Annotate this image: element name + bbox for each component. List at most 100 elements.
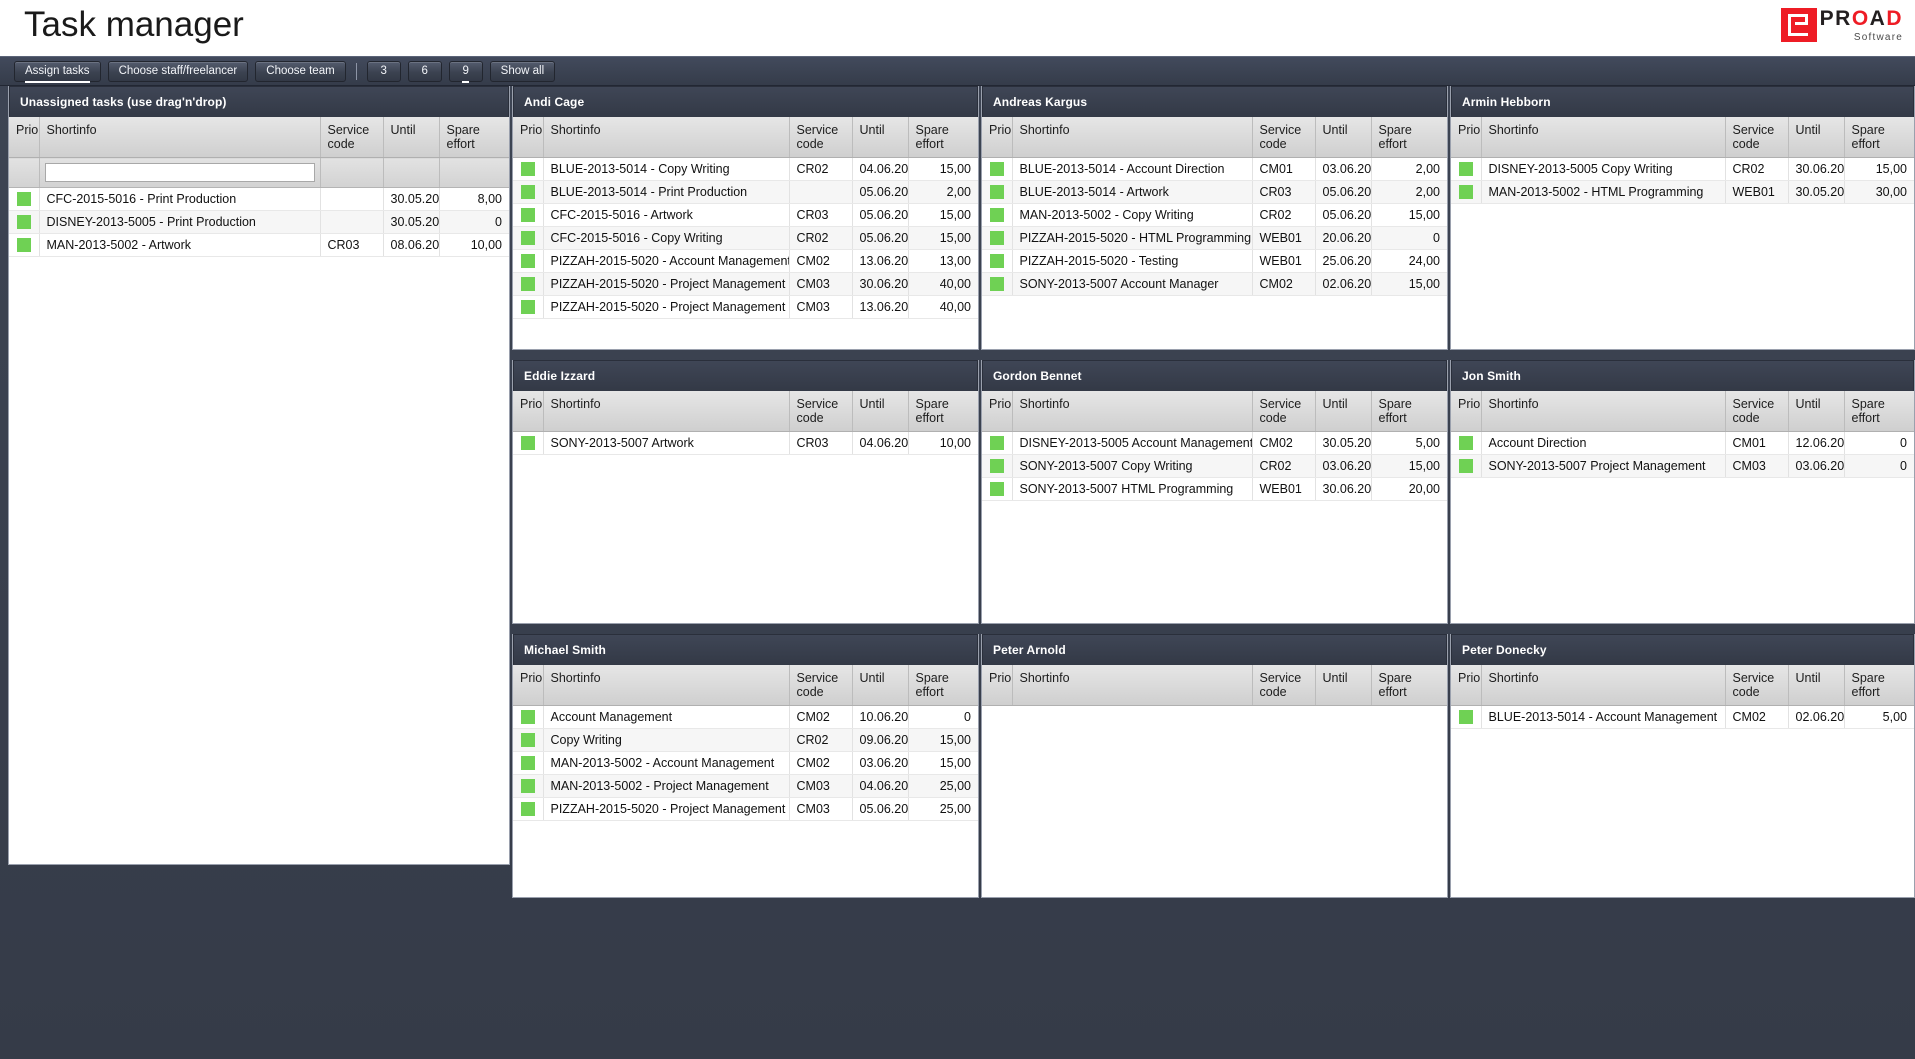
col-header-prio[interactable]: Prio <box>513 665 544 706</box>
panel-peter-donecky[interactable]: Peter Donecky Prio Shortinfo Service cod… <box>1450 634 1915 898</box>
col-header-spare-effort[interactable]: Spare effort <box>908 117 978 158</box>
col-header-until[interactable]: Until <box>852 391 909 432</box>
table-row[interactable]: BLUE-2013-5014 - Account Management CM02 0… <box>1451 705 1914 729</box>
toolbar-button-9[interactable]: 9 <box>448 60 483 83</box>
col-header-shortinfo[interactable]: Shortinfo <box>543 391 790 432</box>
table-row[interactable]: SONY-2013-5007 Copy Writing CR02 03.06.20 1… <box>982 454 1447 478</box>
panel-empty-space[interactable] <box>513 319 978 349</box>
col-header-spare-effort[interactable]: Spare effort <box>1844 117 1914 158</box>
col-header-prio[interactable]: Prio <box>513 117 544 158</box>
table-row[interactable]: BLUE-2013-5014 - Print Production 05.06.2… <box>513 180 978 204</box>
table-row[interactable]: MAN-2013-5002 - Account Management CM02 03… <box>513 751 978 775</box>
table-row[interactable]: CFC-2015-5016 - Copy Writing CR02 05.06.20… <box>513 226 978 250</box>
col-header-shortinfo[interactable]: Shortinfo <box>39 117 321 158</box>
col-header-until[interactable]: Until <box>1315 117 1372 158</box>
table-row[interactable]: SONY-2013-5007 Account Manager CM02 02.06.… <box>982 272 1447 296</box>
panel-empty-space[interactable] <box>1451 204 1914 349</box>
col-header-shortinfo[interactable]: Shortinfo <box>1012 391 1253 432</box>
toolbar-button-choose-team[interactable]: Choose team <box>255 60 346 82</box>
col-header-spare-effort[interactable]: Spare effort <box>1371 391 1447 432</box>
panel-eddie-izzard[interactable]: Eddie Izzard Prio Shortinfo Service code… <box>512 360 979 624</box>
table-row[interactable]: BLUE-2013-5014 - Copy Writing CR02 04.06.2… <box>513 157 978 181</box>
col-header-shortinfo[interactable]: Shortinfo <box>1481 117 1726 158</box>
col-header-service-code[interactable]: Service code <box>789 117 853 158</box>
panel-andreas-kargus[interactable]: Andreas Kargus Prio Shortinfo Service co… <box>981 86 1448 350</box>
table-row[interactable]: PIZZAH-2015-5020 - TestingWEB0125.06.201… <box>982 249 1447 273</box>
col-header-service-code[interactable]: Service code <box>1725 117 1789 158</box>
table-row[interactable]: MAN-2013-5002 - ArtworkCR0308.06.201510,… <box>9 233 509 257</box>
toolbar-button-assign-tasks[interactable]: Assign tasks <box>14 60 101 83</box>
col-header-prio[interactable]: Prio <box>513 391 544 432</box>
panel-empty-space[interactable] <box>513 455 978 623</box>
col-header-service-code[interactable]: Service code <box>789 665 853 706</box>
col-header-until[interactable]: Until <box>1315 391 1372 432</box>
col-header-spare-effort[interactable]: Spare effort <box>1844 665 1914 706</box>
table-row[interactable]: PIZZAH-2015-5020 - HTML Programming WEB01… <box>982 226 1447 250</box>
col-header-shortinfo[interactable]: Shortinfo <box>1012 665 1253 706</box>
search-input[interactable] <box>44 163 315 182</box>
panel-empty-space[interactable] <box>1451 729 1914 897</box>
col-header-spare-effort[interactable]: Spare effort <box>1371 117 1447 158</box>
table-row[interactable]: MAN-2013-5002 - Copy Writing CR02 05.06.20… <box>982 203 1447 227</box>
panel-jon-smith[interactable]: Jon Smith Prio Shortinfo Service code Un… <box>1450 360 1915 624</box>
table-row[interactable]: PIZZAH-2015-5020 - Project Management CM0… <box>513 272 978 296</box>
col-header-until[interactable]: Until <box>1315 665 1372 706</box>
panel-armin-hebborn[interactable]: Armin Hebborn Prio Shortinfo Service cod… <box>1450 86 1915 350</box>
col-header-shortinfo[interactable]: Shortinfo <box>543 117 790 158</box>
panel-empty-space[interactable] <box>513 821 978 897</box>
col-header-spare-effort[interactable]: Spare effort <box>908 665 978 706</box>
toolbar-button-show-all[interactable]: Show all <box>489 60 556 82</box>
col-header-prio[interactable]: Prio <box>982 391 1013 432</box>
table-row[interactable]: PIZZAH-2015-5020 - Project Management CM0… <box>513 797 978 821</box>
table-row[interactable]: Copy WritingCR0209.06.201515,00 <box>513 728 978 752</box>
col-header-until[interactable]: Until <box>1788 665 1845 706</box>
col-header-shortinfo[interactable]: Shortinfo <box>543 665 790 706</box>
col-header-shortinfo[interactable]: Shortinfo <box>1481 665 1726 706</box>
panel-peter-arnold[interactable]: Peter Arnold Prio Shortinfo Service code… <box>981 634 1448 898</box>
panel-empty-space[interactable] <box>982 296 1447 349</box>
col-header-prio[interactable]: Prio <box>982 117 1013 158</box>
col-header-until[interactable]: Until <box>852 117 909 158</box>
panel-empty-space[interactable] <box>982 501 1447 623</box>
col-header-until[interactable]: Until <box>383 117 440 158</box>
col-header-service-code[interactable]: Service code <box>320 117 384 158</box>
col-header-service-code[interactable]: Service code <box>1252 665 1316 706</box>
panel-michael-smith[interactable]: Michael Smith Prio Shortinfo Service cod… <box>512 634 979 898</box>
panel-unassigned-tasks[interactable]: Unassigned tasks (use drag'n'drop) Prio … <box>8 86 510 865</box>
table-row[interactable]: SONY-2013-5007 ArtworkCR0304.06.201510,0… <box>513 431 978 455</box>
table-row[interactable]: DISNEY-2013-5005 Account Management CM02 3… <box>982 431 1447 455</box>
table-row[interactable]: SONY-2013-5007 Project Management CM03 03.… <box>1451 454 1914 478</box>
table-row[interactable]: MAN-2013-5002 - Project Management CM03 04… <box>513 774 978 798</box>
col-header-service-code[interactable]: Service code <box>1252 391 1316 432</box>
col-header-prio[interactable]: Prio <box>982 665 1013 706</box>
col-header-spare-effort[interactable]: Spare effort <box>439 117 509 158</box>
table-row[interactable]: DISNEY-2013-5005 Copy Writing CR02 30.06.2… <box>1451 157 1914 181</box>
panel-empty-space[interactable] <box>982 706 1447 897</box>
toolbar-button-6[interactable]: 6 <box>407 60 442 82</box>
table-row[interactable]: SONY-2013-5007 HTML Programming WEB01 30.0… <box>982 477 1447 501</box>
col-header-until[interactable]: Until <box>1788 117 1845 158</box>
col-header-service-code[interactable]: Service code <box>1725 665 1789 706</box>
col-header-prio[interactable]: Prio <box>9 117 40 158</box>
panel-andi-cage[interactable]: Andi Cage Prio Shortinfo Service code Un… <box>512 86 979 350</box>
toolbar-button-choose-staff-freelancer[interactable]: Choose staff/freelancer <box>107 60 249 82</box>
col-header-prio[interactable]: Prio <box>1451 391 1482 432</box>
table-row[interactable]: MAN-2013-5002 - HTML Programming WEB01 30.… <box>1451 180 1914 204</box>
col-header-until[interactable]: Until <box>852 665 909 706</box>
col-header-shortinfo[interactable]: Shortinfo <box>1481 391 1726 432</box>
col-header-service-code[interactable]: Service code <box>1252 117 1316 158</box>
table-row[interactable]: CFC-2015-5016 - Print Production 30.05.20… <box>9 187 509 211</box>
table-row[interactable]: CFC-2015-5016 - ArtworkCR0305.06.201515,… <box>513 203 978 227</box>
col-header-until[interactable]: Until <box>1788 391 1845 432</box>
col-header-service-code[interactable]: Service code <box>789 391 853 432</box>
table-row[interactable]: Account ManagementCM0210.06.20150 <box>513 705 978 729</box>
col-header-spare-effort[interactable]: Spare effort <box>1371 665 1447 706</box>
col-header-spare-effort[interactable]: Spare effort <box>908 391 978 432</box>
col-header-prio[interactable]: Prio <box>1451 665 1482 706</box>
col-header-prio[interactable]: Prio <box>1451 117 1482 158</box>
table-row[interactable]: BLUE-2013-5014 - ArtworkCR0305.06.20152,… <box>982 180 1447 204</box>
panel-empty-space[interactable] <box>1451 478 1914 623</box>
table-row[interactable]: BLUE-2013-5014 - Account Direction CM01 03… <box>982 157 1447 181</box>
table-row[interactable]: Account DirectionCM0112.06.20150 <box>1451 431 1914 455</box>
toolbar-button-3[interactable]: 3 <box>366 60 401 82</box>
